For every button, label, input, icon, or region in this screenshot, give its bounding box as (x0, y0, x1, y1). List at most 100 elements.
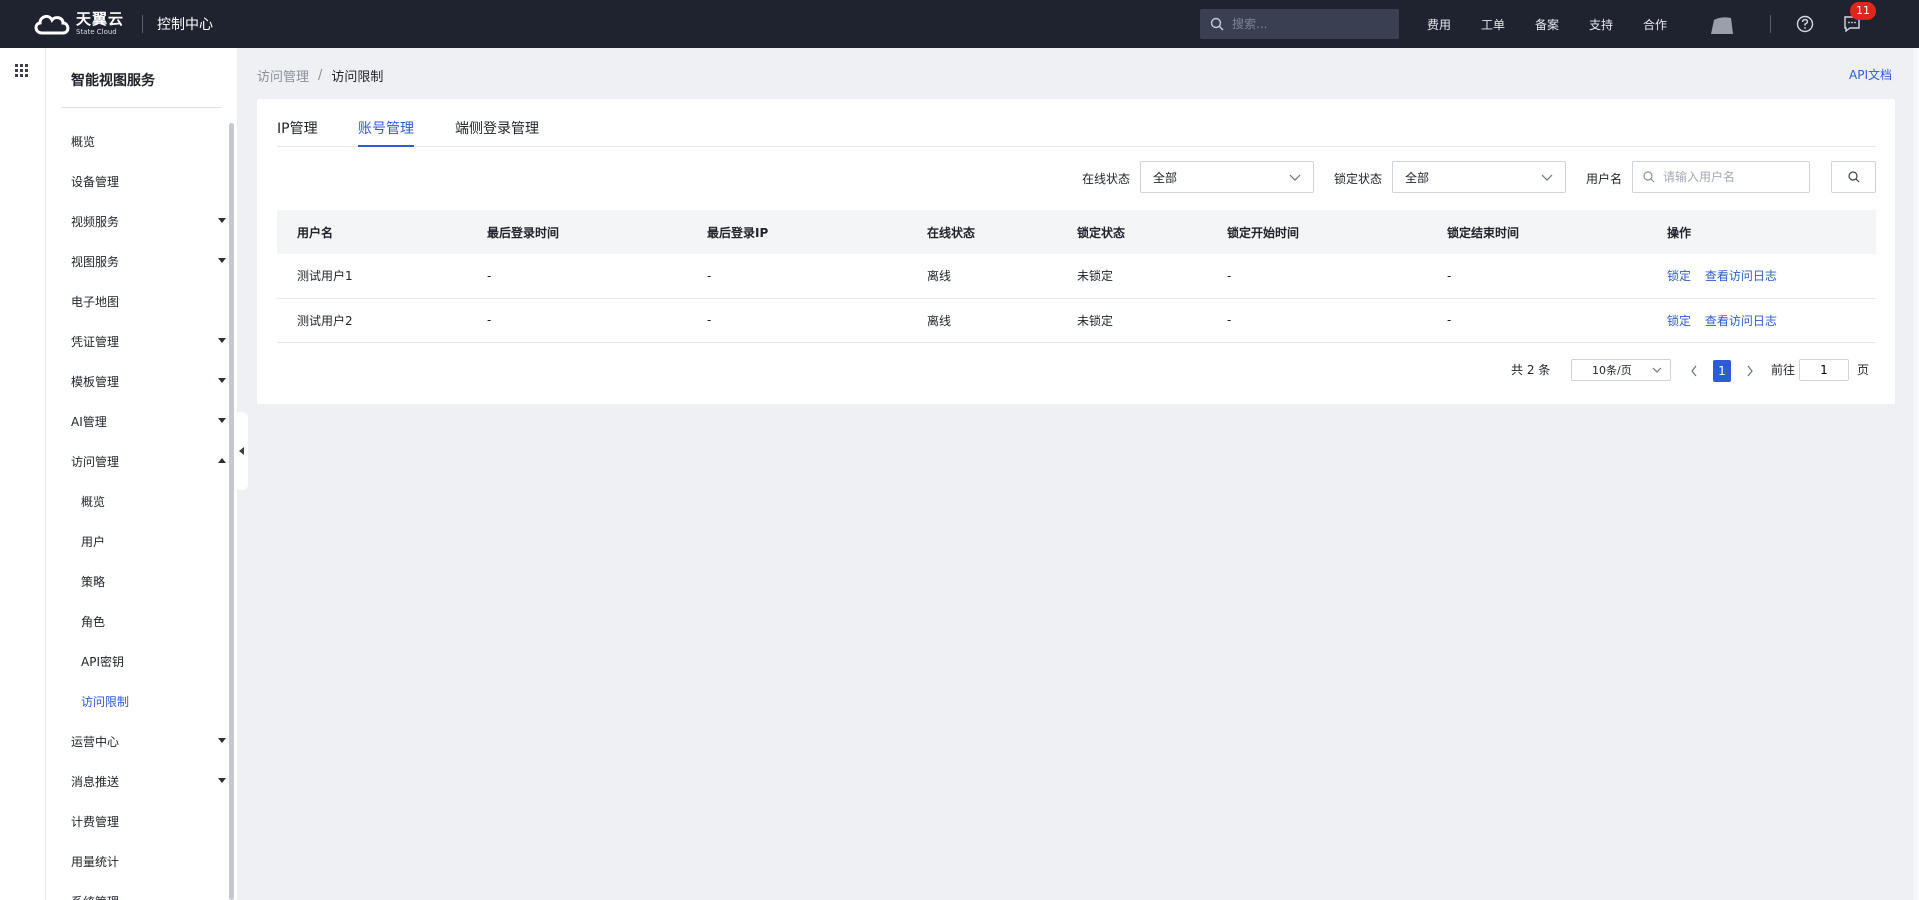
chevron-down-icon (1541, 174, 1553, 181)
sidebar-item-access[interactable]: 访问管理 (71, 451, 226, 471)
goto-label: 前往 (1771, 362, 1796, 377)
sidebar-subitem-policy[interactable]: 策略 (81, 571, 231, 591)
nav-fees[interactable]: 费用 (1427, 16, 1451, 33)
page-size-select[interactable]: 10条/页 (1571, 359, 1671, 381)
sidebar-item-label: 运营中心 (71, 734, 120, 749)
sidebar-subitem-users[interactable]: 用户 (81, 531, 231, 551)
sidebar-subitem-access-limit[interactable]: 访问限制 (81, 691, 231, 711)
page-unit-label: 页 (1857, 362, 1870, 377)
global-search[interactable] (1200, 9, 1399, 39)
tab-account-management[interactable]: 账号管理 (358, 118, 414, 147)
chevron-down-icon (1289, 174, 1301, 181)
column-header: 操作 (1667, 225, 1692, 240)
sidebar-item-credential[interactable]: 凭证管理 (71, 331, 226, 351)
cell-username: 测试用户2 (297, 313, 353, 328)
cell-lock-status: 未锁定 (1077, 313, 1114, 328)
sidebar-collapse-button[interactable] (237, 412, 248, 490)
online-status-value: 全部 (1153, 170, 1178, 185)
table-row: 测试用户2 - - 离线 未锁定 - - 锁定 查看访问日志 (277, 298, 1876, 342)
sidebar-subitem-overview[interactable]: 概览 (81, 491, 231, 511)
lock-status-label: 锁定状态 (1334, 172, 1383, 186)
cell-last-login-time: - (487, 313, 492, 327)
nav-cooperation[interactable]: 合作 (1643, 16, 1667, 33)
breadcrumb: 访问管理 / 访问限制 (257, 66, 383, 85)
search-icon (1210, 17, 1224, 31)
apps-grid-icon[interactable] (15, 64, 29, 78)
breadcrumb-separator: / (318, 68, 323, 83)
sidebar-subitem-role[interactable]: 角色 (81, 611, 231, 631)
cell-actions: 锁定 查看访问日志 (1647, 254, 1876, 298)
api-doc-link[interactable]: API文档 (1849, 66, 1892, 83)
nav-filing[interactable]: 备案 (1535, 16, 1559, 33)
page-number-current[interactable]: 1 (1713, 360, 1731, 382)
chevron-down-icon (218, 378, 226, 383)
sidebar-item-ai[interactable]: AI管理 (71, 411, 226, 431)
page-scrollbar[interactable] (1913, 48, 1919, 900)
sidebar-item-label: AI管理 (71, 414, 107, 429)
online-status-select[interactable]: 全部 (1140, 161, 1314, 193)
sidebar-item-label: 访问管理 (71, 454, 120, 469)
sidebar-item-label: 模板管理 (71, 374, 120, 389)
table-header-row: 用户名 最后登录时间 最后登录IP 在线状态 锁定状态 锁定开始时间 锁定结束时… (277, 210, 1876, 254)
sidebar-item-overview[interactable]: 概览 (71, 131, 221, 151)
nav-support[interactable]: 支持 (1589, 16, 1613, 33)
tab-ip-management[interactable]: IP管理 (277, 118, 318, 147)
sidebar-item-usage[interactable]: 用量统计 (71, 851, 221, 871)
sidebar-item-device[interactable]: 设备管理 (71, 171, 221, 191)
cell-last-login-ip: - (707, 313, 712, 327)
notification-badge: 11 (1850, 2, 1876, 20)
sidebar-item-billing[interactable]: 计费管理 (71, 811, 221, 831)
sidebar-item-push[interactable]: 消息推送 (71, 771, 226, 791)
sidebar-title: 智能视图服务 (71, 73, 155, 89)
nav-tickets[interactable]: 工单 (1481, 16, 1505, 33)
divider (1770, 15, 1771, 33)
lock-button[interactable]: 锁定 (1667, 269, 1691, 283)
column-header: 最后登录时间 (487, 225, 560, 240)
sidebar-subitem-api-key[interactable]: API密钥 (81, 651, 231, 671)
chevron-down-icon (218, 338, 226, 343)
view-log-button[interactable]: 查看访问日志 (1705, 269, 1777, 283)
logo-text-en: State Cloud (76, 28, 117, 36)
cell-lock-status: 未锁定 (1077, 269, 1114, 284)
page-size-value: 10条/页 (1592, 364, 1632, 377)
next-page-button[interactable] (1746, 365, 1754, 377)
prev-page-button[interactable] (1690, 365, 1698, 377)
cell-lock-end: - (1447, 313, 1452, 327)
cell-last-login-ip: - (707, 268, 712, 283)
brand-logo[interactable]: 天翼云 State Cloud (32, 11, 124, 37)
breadcrumb-current: 访问限制 (331, 70, 384, 85)
column-header: 在线状态 (927, 225, 976, 240)
tab-device-login-management[interactable]: 端侧登录管理 (455, 118, 539, 147)
content-card: IP管理 账号管理 端侧登录管理 在线状态 全部 锁定状态 全部 用户名 用户名… (257, 99, 1895, 404)
cloud-logo-icon (34, 14, 70, 35)
lock-status-value: 全部 (1405, 170, 1430, 185)
view-log-button[interactable]: 查看访问日志 (1705, 314, 1777, 328)
column-header: 用户名 (297, 225, 334, 240)
lock-status-select[interactable]: 全部 (1392, 161, 1566, 193)
search-input[interactable] (1232, 17, 1392, 31)
sidebar-item-map[interactable]: 电子地图 (71, 291, 221, 311)
sidebar-item-label: 凭证管理 (71, 334, 120, 349)
breadcrumb-parent[interactable]: 访问管理 (257, 66, 309, 85)
lock-button[interactable]: 锁定 (1667, 314, 1691, 328)
sidebar: 智能视图服务 概览 设备管理 视频服务 视图服务 电子地图 凭证管理 模板管理 … (46, 48, 237, 900)
sidebar-item-system[interactable]: 系统管理 (71, 891, 221, 900)
cell-last-login-time: - (487, 268, 492, 283)
column-header: 锁定结束时间 (1447, 225, 1520, 240)
user-avatar-icon[interactable] (1708, 16, 1734, 34)
console-title[interactable]: 控制中心 (157, 14, 213, 34)
sidebar-scrollbar[interactable] (229, 123, 234, 900)
search-button[interactable] (1831, 161, 1876, 193)
cell-actions: 锁定 查看访问日志 (1647, 298, 1876, 342)
username-input[interactable] (1663, 170, 1803, 184)
cell-online-status: 离线 (927, 269, 952, 284)
chevron-down-icon (218, 218, 226, 223)
sidebar-item-video[interactable]: 视频服务 (71, 211, 226, 231)
sidebar-item-template[interactable]: 模板管理 (71, 371, 226, 391)
sidebar-item-operations[interactable]: 运营中心 (71, 731, 226, 751)
help-icon[interactable] (1796, 15, 1814, 33)
username-field[interactable] (1632, 161, 1810, 193)
sidebar-item-view[interactable]: 视图服务 (71, 251, 226, 271)
tab-bar: IP管理 账号管理 端侧登录管理 (277, 99, 1876, 147)
goto-page-input[interactable] (1799, 359, 1849, 381)
